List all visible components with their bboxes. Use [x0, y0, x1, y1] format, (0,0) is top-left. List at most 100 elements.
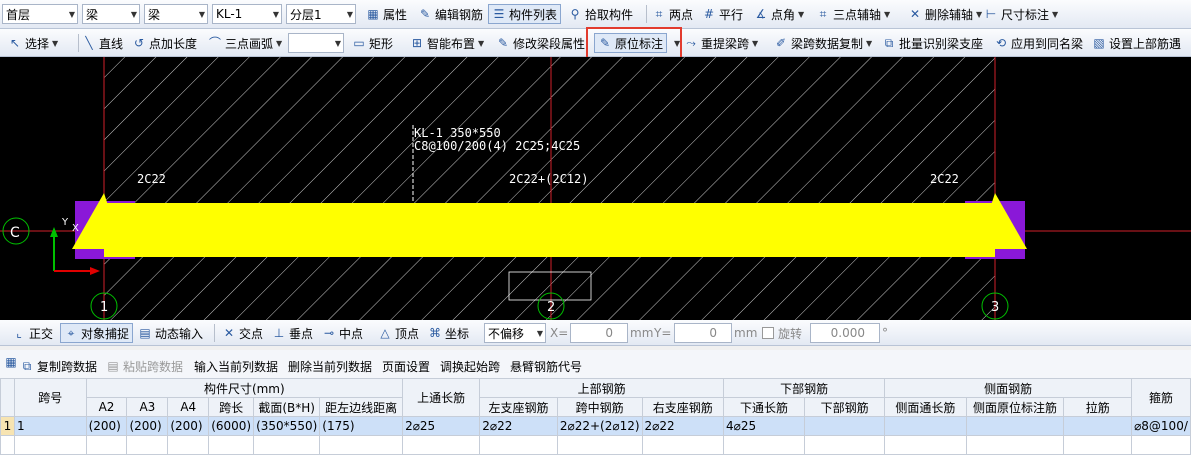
cell-stirrup[interactable]: ⌀8@100/: [1131, 416, 1191, 436]
cell-tie-bar[interactable]: [1063, 416, 1133, 436]
point-length-button[interactable]: ↺ 点加长度: [132, 33, 197, 53]
intersect-icon: ✕: [223, 326, 235, 340]
rotate-checkbox[interactable]: 旋转: [762, 323, 802, 343]
col-span-length: 跨长: [208, 397, 255, 417]
canvas-svg[interactable]: KL-1 350*550 C8@100/200(4) 2C25;4C25 2C2…: [0, 57, 1191, 320]
axis-x-arrow: [90, 267, 100, 275]
delete-col-button[interactable]: 删除当前列数据: [288, 356, 372, 376]
element-select[interactable]: KL-1 ▼: [212, 4, 282, 24]
coord-button[interactable]: ⌘ 坐标: [428, 323, 469, 343]
beam-body: [104, 203, 995, 257]
arc-button[interactable]: ⌒ 三点画弧 ▼: [208, 33, 282, 53]
table-row-empty: [0, 435, 1191, 455]
parallel-button[interactable]: # 平行: [702, 4, 743, 24]
cantilever-button[interactable]: 悬臂钢筋代号: [510, 356, 582, 376]
drawing-canvas[interactable]: KL-1 350*550 C8@100/200(4) 2C25;4C25 2C2…: [0, 57, 1191, 320]
mid-button[interactable]: ⊸ 中点: [322, 323, 363, 343]
cell-left-support[interactable]: 2⌀22: [479, 416, 558, 436]
right-support-label: 2C22: [930, 172, 959, 186]
obj-snap-button[interactable]: ⌖ 对象捕捉: [60, 323, 134, 343]
re-extract-button[interactable]: ⤳ 重提梁跨 ▼: [684, 33, 758, 53]
col-section: 截面(B*H): [253, 397, 321, 417]
x-label: X=: [550, 326, 569, 340]
recognize-icon: ⧉: [884, 36, 894, 50]
rect-button[interactable]: ▭ 矩形: [352, 33, 393, 53]
two-points-button[interactable]: ⌗ 两点: [652, 4, 693, 24]
cell-mid-span[interactable]: 2⌀22+(2⌀12): [556, 416, 643, 436]
cell-a2[interactable]: (200): [85, 416, 128, 436]
bottom-rebar-header: 下部钢筋: [722, 378, 886, 398]
cell-a4[interactable]: (200): [167, 416, 210, 436]
swap-start-button[interactable]: 调换起始跨: [440, 356, 500, 376]
layer-select[interactable]: 分层1 ▼: [286, 4, 356, 24]
chevron-down-icon: ▼: [272, 10, 279, 19]
y-input[interactable]: 0: [674, 323, 732, 343]
cell-bottom-long[interactable]: 4⌀25: [722, 416, 806, 436]
set-top-button[interactable]: ▧ 设置上部筋遇: [1092, 33, 1181, 53]
select-button[interactable]: ↖ 选择 ▼: [8, 33, 58, 53]
pick-button[interactable]: ⚲ 拾取构件: [568, 4, 633, 24]
stirrup-header: 箍筋: [1131, 378, 1191, 417]
input-col-button[interactable]: 输入当前列数据: [194, 356, 278, 376]
cell-span[interactable]: 1: [13, 416, 87, 436]
x-input[interactable]: 0: [570, 323, 628, 343]
dimension-button[interactable]: ⊢ 尺寸标注 ▼: [984, 4, 1058, 24]
chevron-down-icon: ▼: [198, 10, 205, 19]
point-angle-button[interactable]: ∡ 点角 ▼: [754, 4, 805, 24]
copy-span-button[interactable]: ⧉ 复制跨数据: [20, 356, 97, 376]
col-a4: A4: [167, 397, 210, 417]
eyedropper-icon: ⚲: [570, 7, 580, 21]
point-length-icon: ↺: [133, 36, 145, 50]
properties-icon: ▦: [367, 7, 379, 21]
type-select[interactable]: 梁 ▼: [144, 4, 208, 24]
cell-right-support[interactable]: 2⌀22: [641, 416, 724, 436]
midpoint-icon: ⊸: [323, 326, 335, 340]
cell-top-long[interactable]: 2⌀25: [402, 416, 481, 436]
vertex-button[interactable]: △ 顶点: [378, 323, 419, 343]
chevron-down-icon: ▼: [130, 10, 137, 19]
category-select[interactable]: 梁 ▼: [82, 4, 140, 24]
table-row[interactable]: 1 1 (200) (200) (200) (6000) (350*550) (…: [0, 416, 1191, 436]
ortho-button[interactable]: ⌞ 正交: [12, 323, 53, 343]
smart-layout-button[interactable]: ⊞ 智能布置 ▼: [410, 33, 484, 53]
cell-a3[interactable]: (200): [126, 416, 169, 436]
arc-option-select[interactable]: ▼: [288, 33, 344, 53]
table-toolbar: ▦ ⧉ 复制跨数据 ▤ 粘贴跨数据 输入当前列数据 删除当前列数据 页面设置 调换起…: [0, 350, 1191, 378]
rotate-input[interactable]: 0.000: [810, 323, 880, 343]
element-list-button[interactable]: ☰ 构件列表: [488, 4, 562, 24]
batch-recognize-button[interactable]: ⧉ 批量识别梁支座: [882, 33, 983, 53]
edit-rebar-button[interactable]: ✎ 编辑钢筋: [418, 4, 483, 24]
cell-bottom-rebar[interactable]: [804, 416, 886, 436]
dyn-input-button[interactable]: ▤ 动态输入: [138, 323, 203, 343]
ortho-icon: ⌞: [16, 326, 22, 340]
intersect-button[interactable]: ✕ 交点: [222, 323, 263, 343]
cell-section[interactable]: (350*550): [253, 416, 321, 436]
cell-left-distance[interactable]: (175): [319, 416, 404, 436]
col-side-mark: 侧面原位标注筋: [965, 397, 1065, 417]
delete-axis-button[interactable]: ✕ 删除辅轴 ▼: [908, 4, 982, 24]
dimension-icon: ⊢: [985, 7, 997, 21]
properties-button[interactable]: ▦ 属性: [366, 4, 407, 24]
cell-span-length[interactable]: (6000): [208, 416, 255, 436]
cell-side-mark[interactable]: [965, 416, 1065, 436]
page-setup-button[interactable]: 页面设置: [382, 356, 430, 376]
copy-span-data-button[interactable]: ✐ 梁跨数据复制 ▼: [774, 33, 872, 53]
three-point-axis-button[interactable]: ⌗ 三点辅轴 ▼: [816, 4, 891, 24]
apply-same-button[interactable]: ⟲ 应用到同名梁: [994, 33, 1083, 53]
line-button[interactable]: ╲ 直线: [82, 33, 123, 53]
paste-span-button[interactable]: ▤ 粘贴跨数据: [106, 356, 183, 376]
rectangle-icon: ▭: [353, 36, 365, 50]
modify-span-button[interactable]: ✎ 修改梁段属性: [496, 33, 585, 53]
dyn-input-icon: ▤: [139, 326, 151, 340]
chevron-down-icon: ▼: [536, 329, 543, 338]
arc-icon: ⌒: [208, 36, 221, 50]
copy-icon: ⧉: [22, 359, 32, 373]
perp-button[interactable]: ⊥ 垂点: [272, 323, 313, 343]
re-extract-icon: ⤳: [686, 36, 696, 50]
row-number[interactable]: 1: [0, 416, 15, 436]
chevron-down-icon: ▼: [334, 39, 341, 48]
cell-side-long[interactable]: [884, 416, 967, 436]
floor-select[interactable]: 首层 ▼: [2, 4, 78, 24]
offset-select[interactable]: 不偏移 ▼: [484, 323, 546, 343]
axis-c-label: C: [10, 225, 20, 241]
